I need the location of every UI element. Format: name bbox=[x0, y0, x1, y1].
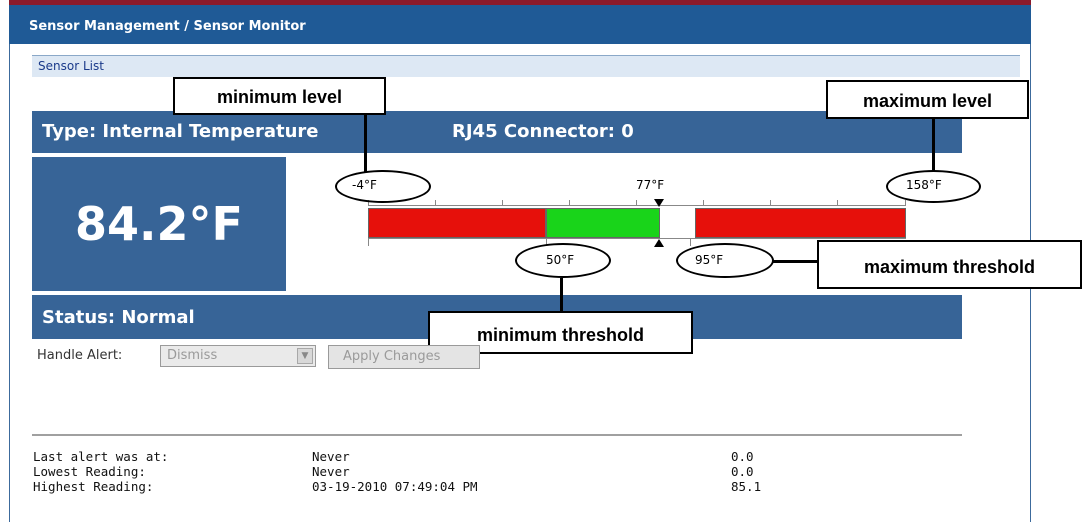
left-border bbox=[9, 5, 10, 522]
stat-value: 85.1 bbox=[731, 479, 762, 494]
scale-tick bbox=[569, 200, 570, 206]
scale-tick bbox=[905, 200, 906, 206]
stat-time: Never bbox=[312, 464, 350, 479]
min-threshold-pointer bbox=[560, 278, 563, 312]
upper-scale-line bbox=[368, 205, 906, 206]
normal-range-segment bbox=[546, 208, 660, 238]
stat-time: Never bbox=[312, 449, 350, 464]
handle-alert-label: Handle Alert: bbox=[37, 348, 123, 363]
scale-tick bbox=[690, 238, 691, 246]
maximum-threshold-callout: maximum threshold bbox=[817, 240, 1082, 289]
stats-divider bbox=[32, 434, 962, 436]
setpoint-marker-top bbox=[654, 199, 664, 207]
sensor-type-label: Type: Internal Temperature bbox=[42, 121, 319, 142]
max-level-pointer bbox=[932, 116, 935, 172]
low-alarm-segment bbox=[368, 208, 546, 238]
apply-changes-button[interactable]: Apply Changes bbox=[328, 345, 480, 369]
min-threshold-highlight bbox=[515, 243, 611, 278]
scale-tick bbox=[770, 200, 771, 206]
minimum-level-callout: minimum level bbox=[173, 77, 386, 115]
lower-scale-line bbox=[368, 238, 906, 239]
scale-tick bbox=[703, 200, 704, 206]
min-level-highlight bbox=[335, 170, 431, 203]
stat-label: Highest Reading: bbox=[33, 479, 154, 494]
scale-tick bbox=[837, 200, 838, 206]
scale-tick bbox=[636, 200, 637, 206]
page-title: Sensor Management / Sensor Monitor bbox=[9, 5, 1031, 44]
stat-value: 0.0 bbox=[731, 464, 754, 479]
high-alarm-segment bbox=[695, 208, 906, 238]
sensor-type-header: Type: Internal Temperature RJ45 Connecto… bbox=[32, 111, 962, 153]
breadcrumb-bar: Sensor List bbox=[32, 55, 1020, 77]
sensor-list-link[interactable]: Sensor List bbox=[38, 59, 104, 73]
maximum-level-callout: maximum level bbox=[826, 80, 1029, 119]
stat-time: 03-19-2010 07:49:04 PM bbox=[312, 479, 478, 494]
max-threshold-highlight bbox=[676, 243, 774, 278]
max-level-highlight bbox=[886, 170, 981, 203]
scale-tick bbox=[502, 200, 503, 206]
connector-label: RJ45 Connector: 0 bbox=[452, 121, 634, 142]
status-label: Status: Normal bbox=[42, 307, 195, 328]
handle-alert-select[interactable]: Dismiss ▼ bbox=[160, 345, 316, 367]
setpoint-marker-bottom bbox=[654, 239, 664, 247]
scale-tick bbox=[368, 238, 369, 246]
max-threshold-pointer bbox=[773, 260, 817, 263]
chevron-down-icon[interactable]: ▼ bbox=[297, 348, 313, 364]
setpoint-label: 77°F bbox=[636, 178, 665, 192]
scale-tick bbox=[435, 200, 436, 206]
stat-label: Last alert was at: bbox=[33, 449, 169, 464]
stat-label: Lowest Reading: bbox=[33, 464, 146, 479]
min-level-pointer bbox=[364, 114, 367, 172]
handle-alert-selected: Dismiss bbox=[167, 348, 218, 363]
current-reading: 84.2°F bbox=[32, 157, 286, 291]
stat-value: 0.0 bbox=[731, 449, 754, 464]
